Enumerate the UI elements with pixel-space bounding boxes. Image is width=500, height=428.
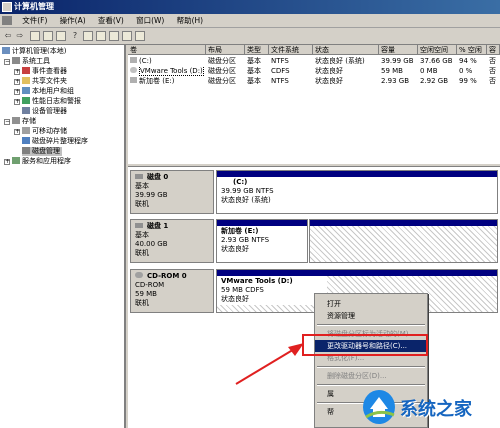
watermark-logo-icon [363, 390, 395, 424]
col-free-space[interactable]: 空闲空间 [418, 45, 457, 55]
menu-item-explore[interactable]: 资源管理 [315, 310, 427, 322]
tree-device-manager[interactable]: 设备管理器 [22, 107, 67, 116]
expand-icon[interactable]: + [4, 159, 10, 165]
tools-icon [12, 57, 20, 64]
event-viewer-icon [22, 67, 30, 74]
col-percent-free[interactable]: % 空闲 [457, 45, 487, 55]
tree-system-tools[interactable]: 系统工具 [12, 57, 50, 66]
tree-local-users[interactable]: 本地用户和组 [22, 87, 74, 96]
tree-root[interactable]: 计算机管理(本地) [2, 47, 66, 56]
annotation-highlight-box [302, 334, 428, 356]
menu-window[interactable]: 窗口(W) [131, 14, 169, 28]
device-manager-icon [22, 107, 30, 114]
performance-icon [22, 97, 30, 104]
tree-defrag[interactable]: 磁盘碎片整理程序 [22, 137, 88, 146]
window-title: 计算机管理 [14, 2, 54, 11]
menu-item-delete-partition: 删除磁盘分区(D)... [327, 372, 387, 380]
col-fault-tolerance[interactable]: 容 [487, 45, 500, 55]
services-icon [12, 157, 20, 164]
menu-action[interactable]: 操作(A) [55, 14, 91, 28]
system-menu-icon[interactable] [2, 16, 12, 25]
show-tree-icon[interactable] [43, 31, 53, 41]
disk-settings-icon[interactable] [135, 31, 145, 41]
volume-list-header: 卷 布局 类型 文件系统 状态 容量 空闲空间 % 空闲 容 [128, 45, 500, 55]
window-titlebar[interactable]: 计算机管理 [0, 0, 500, 14]
menu-help[interactable]: 帮助(H) [172, 14, 209, 28]
help-icon[interactable]: ? [70, 31, 80, 41]
annotation-arrow [235, 343, 304, 385]
cd-icon [135, 272, 143, 278]
tree-disk-management[interactable]: 磁盘管理 [22, 147, 62, 156]
refresh-icon[interactable] [96, 31, 106, 41]
removable-storage-icon [22, 127, 30, 134]
table-row[interactable]: VMware Tools (D:) 磁盘分区 基本 CDFS 状态良好 59 M… [128, 67, 500, 76]
disk-icon [135, 174, 143, 179]
storage-icon [12, 117, 20, 124]
menu-view[interactable]: 查看(V) [93, 14, 129, 28]
menu-bar: 文件(F) 操作(A) 查看(V) 窗口(W) 帮助(H) [0, 14, 500, 28]
console-tree: 计算机管理(本地) − 系统工具 + 事件查看器 + 共享文件夹 + 本地用户和… [0, 45, 126, 428]
forward-arrow-icon[interactable]: ⇨ [15, 31, 25, 41]
properties-icon[interactable] [56, 31, 66, 41]
tree-removable-storage[interactable]: 可移动存储 [22, 127, 67, 136]
volume-icon [130, 77, 137, 83]
watermark-text: 系统之家 [400, 399, 472, 420]
col-capacity[interactable]: 容量 [379, 45, 418, 55]
computer-management-icon [2, 2, 12, 12]
disk-icon [22, 147, 30, 154]
menu-file[interactable]: 文件(F) [17, 14, 52, 28]
disk-1-label[interactable]: 磁盘 1 基本 40.00 GB 联机 [130, 219, 214, 263]
expand-icon[interactable]: + [14, 129, 20, 135]
col-status[interactable]: 状态 [313, 45, 379, 55]
tree-event-viewer[interactable]: 事件查看器 [22, 67, 67, 76]
back-arrow-icon[interactable]: ⇦ [3, 31, 13, 41]
expand-icon[interactable]: + [14, 79, 20, 85]
defrag-icon [22, 137, 30, 144]
cdrom-0-label[interactable]: CD-ROM 0 CD-ROM 59 MB 联机 [130, 269, 214, 313]
disk-toolbar-icon[interactable] [122, 31, 132, 41]
watermark: 系统之家 [360, 385, 500, 428]
disk-0-volume-c[interactable]: (C:) 39.99 GB NTFS 状态良好 (系统) [216, 170, 498, 214]
toolbar-view-icon[interactable] [83, 31, 93, 41]
up-level-icon[interactable] [30, 31, 40, 41]
collapse-icon[interactable]: − [4, 119, 10, 125]
disk-1-unallocated[interactable] [309, 219, 498, 263]
tree-perf-logs[interactable]: 性能日志和警报 [22, 97, 81, 106]
export-icon[interactable] [109, 31, 119, 41]
toolbar: ⇦ ⇨ ? [0, 28, 500, 45]
disk-1-volume-e[interactable]: 新加卷 (E:) 2.93 GB NTFS 状态良好 [216, 219, 308, 263]
collapse-icon[interactable]: − [4, 59, 10, 65]
disk-0-label[interactable]: 磁盘 0 基本 39.99 GB 联机 [130, 170, 214, 214]
disk-icon [135, 223, 143, 228]
table-row[interactable]: (C:) 磁盘分区 基本 NTFS 状态良好 (系统) 39.99 GB 37.… [128, 57, 500, 66]
expand-icon[interactable]: + [14, 69, 20, 75]
tree-shared-folders[interactable]: 共享文件夹 [22, 77, 67, 86]
col-layout[interactable]: 布局 [206, 45, 245, 55]
tree-storage[interactable]: 存储 [12, 117, 36, 126]
expand-icon[interactable]: + [14, 99, 20, 105]
menu-item-open[interactable]: 打开 [315, 298, 427, 310]
cd-icon [130, 67, 137, 73]
folder-icon [22, 77, 30, 84]
users-icon [22, 87, 30, 94]
expand-icon[interactable]: + [14, 89, 20, 95]
col-filesystem[interactable]: 文件系统 [269, 45, 313, 55]
computer-icon [2, 47, 10, 54]
tree-services-apps[interactable]: 服务和应用程序 [12, 157, 71, 166]
col-volume[interactable]: 卷 [128, 45, 206, 55]
volume-icon [130, 57, 137, 63]
table-row[interactable]: 新加卷 (E:) 磁盘分区 基本 NTFS 状态良好 2.93 GB 2.92 … [128, 77, 500, 86]
col-type[interactable]: 类型 [245, 45, 269, 55]
